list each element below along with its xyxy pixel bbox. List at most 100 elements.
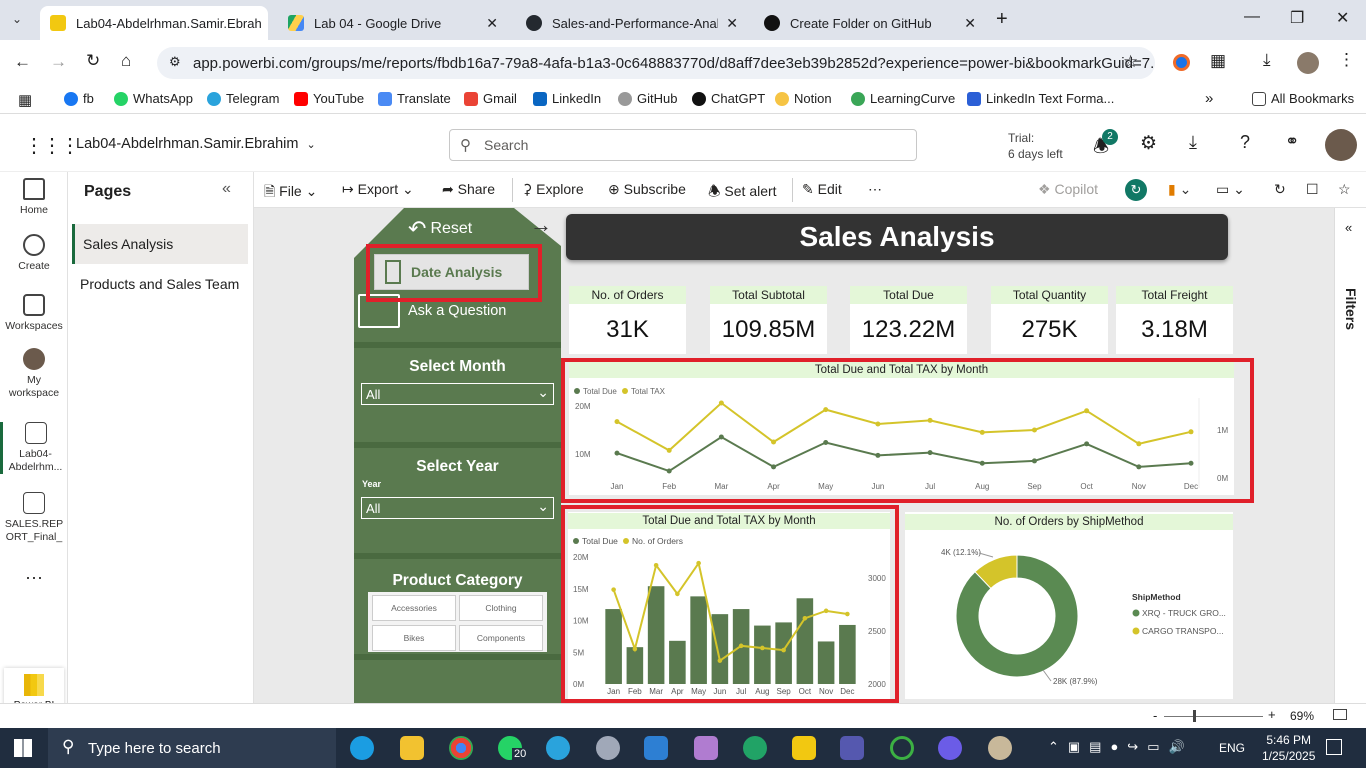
back-icon[interactable]: ← <box>14 52 31 72</box>
fit-page-icon[interactable] <box>1333 709 1347 720</box>
feedback-icon[interactable]: ⚭ <box>1285 132 1299 152</box>
kpi-card[interactable]: No. of Orders 31K <box>569 286 686 354</box>
powerbi-icon[interactable] <box>792 736 816 760</box>
close-icon[interactable]: ✕ <box>718 15 738 32</box>
explore-button[interactable]: ⚳ Explore <box>522 181 584 198</box>
file-menu[interactable]: 🗎 File ⌄ <box>264 181 317 205</box>
subscribe-button[interactable]: ⊕ Subscribe <box>608 181 686 198</box>
zoom-thumb[interactable] <box>1193 710 1196 722</box>
bookmark-translate[interactable]: Translate <box>378 91 451 106</box>
clock[interactable]: 5:46 PM 1/25/2025 <box>1262 732 1315 764</box>
close-icon[interactable]: ✕ <box>262 15 268 32</box>
bookmark-telegram[interactable]: Telegram <box>207 91 279 106</box>
browser-tab[interactable]: Lab 04 - Google Drive ✕ <box>278 6 508 40</box>
nav-sales-report[interactable]: SALES.REPORT_Final_P... <box>0 492 68 544</box>
app-icon[interactable] <box>596 736 620 760</box>
set-alert-button[interactable]: 🕭 Set alert <box>708 181 777 205</box>
profile-avatar[interactable] <box>1297 52 1319 74</box>
chevron-right-icon[interactable]: » <box>1205 90 1213 107</box>
browser-tab[interactable]: Lab04-Abdelrhman.Samir.Ebrah ✕ <box>40 6 268 40</box>
kpi-card[interactable]: Total Quantity 275K <box>991 286 1108 354</box>
nav-home[interactable]: Home <box>0 178 68 217</box>
reset-view-icon[interactable]: ↻ <box>1125 179 1147 201</box>
language-indicator[interactable]: ENG <box>1219 741 1245 755</box>
comment-icon[interactable]: ☐ <box>1306 181 1319 198</box>
browser-tab[interactable]: Sales-and-Performance-Analysi ✕ <box>516 6 748 40</box>
search-input[interactable]: ⚲ Search <box>449 129 917 161</box>
site-info-icon[interactable]: ⚙ <box>169 54 181 70</box>
more-options-icon[interactable]: ⋯ <box>868 181 882 198</box>
bookmark-fb[interactable]: fb <box>64 91 94 106</box>
bookmark-learningcurve[interactable]: LearningCurve <box>851 91 955 106</box>
collapse-pane-icon[interactable]: « <box>222 180 231 198</box>
nav-workspaces[interactable]: Workspaces <box>0 294 68 333</box>
bookmark-gmail[interactable]: Gmail <box>464 91 517 106</box>
bookmark-github[interactable]: GitHub <box>618 91 677 106</box>
kpi-card[interactable]: Total Subtotal 109.85M <box>710 286 827 354</box>
paint-icon[interactable] <box>988 736 1012 760</box>
teams-icon[interactable] <box>840 736 864 760</box>
account-avatar[interactable] <box>1325 129 1357 161</box>
zoom-out-icon[interactable]: - <box>1153 708 1157 723</box>
telegram-icon[interactable] <box>546 736 570 760</box>
app-icon[interactable] <box>938 736 962 760</box>
category-components[interactable]: Components <box>459 625 543 651</box>
new-tab-button[interactable]: + <box>996 8 1008 31</box>
bookmark-menu-icon[interactable]: ▮ ⌄ <box>1168 181 1191 198</box>
zoom-in-icon[interactable]: + <box>1268 707 1276 722</box>
nav-my-workspace[interactable]: My workspace <box>0 348 68 400</box>
reset-button[interactable]: ↶ Reset <box>408 216 472 242</box>
forward-icon[interactable]: → <box>50 52 67 72</box>
next-arrow-icon[interactable]: → <box>530 212 552 238</box>
windows-start-icon[interactable] <box>14 739 32 757</box>
notification-center-icon[interactable] <box>1326 739 1342 755</box>
share-button[interactable]: ➦ Share <box>442 181 495 198</box>
bookmark-notion[interactable]: Notion <box>775 91 832 106</box>
all-bookmarks[interactable]: All Bookmarks <box>1252 91 1354 106</box>
bookmark-youtube[interactable]: YouTube <box>294 91 364 106</box>
app-icon[interactable] <box>694 736 718 760</box>
nav-create[interactable]: Create <box>0 234 68 273</box>
taskbar-search[interactable]: ⚲ Type here to search <box>48 728 336 768</box>
bookmark-star-icon[interactable]: ☆ <box>1123 52 1138 72</box>
file-explorer-icon[interactable] <box>400 736 424 760</box>
nav-lab04-report[interactable]: Lab04-Abdelrhm... <box>0 422 68 474</box>
export-menu[interactable]: ↦ Export ⌄ <box>342 181 414 198</box>
close-icon[interactable]: ✕ <box>956 15 976 32</box>
help-icon[interactable]: ? <box>1240 132 1250 153</box>
favorite-star-icon[interactable]: ☆ <box>1338 181 1351 198</box>
bookmark-linkedin-text[interactable]: LinkedIn Text Forma... <box>967 91 1114 106</box>
zoom-slider[interactable] <box>1164 716 1263 717</box>
extensions-puzzle-icon[interactable]: ▦ <box>1210 51 1226 71</box>
view-menu-icon[interactable]: ▭ ⌄ <box>1216 181 1245 198</box>
donut-chart-visual[interactable]: No. of Orders by ShipMethod 4K (12.1%) 28… <box>905 512 1233 699</box>
minimize-icon[interactable]: — <box>1244 8 1260 26</box>
browser-menu-icon[interactable]: ⋮ <box>1338 50 1355 70</box>
download-icon[interactable]: ⤓ <box>1263 50 1271 70</box>
settings-gear-icon[interactable]: ⚙ <box>1140 132 1157 155</box>
edge-icon[interactable] <box>350 736 374 760</box>
app-icon[interactable] <box>743 736 767 760</box>
chrome-icon[interactable] <box>449 736 473 760</box>
category-bikes[interactable]: Bikes <box>372 625 456 651</box>
page-products-sales-team[interactable]: Products and Sales Team <box>72 264 248 304</box>
tab-search-button[interactable]: ⌄ <box>12 12 22 26</box>
edit-button[interactable]: ✎ Edit <box>802 181 842 198</box>
kpi-card[interactable]: Total Freight 3.18M <box>1116 286 1233 354</box>
app-icon[interactable] <box>890 736 914 760</box>
expand-filters-icon[interactable]: « <box>1345 220 1352 235</box>
tray-icons[interactable]: ⌃▣▤●↪▭🔊 <box>1048 739 1194 755</box>
bookmark-chatgpt[interactable]: ChatGPT <box>692 91 765 106</box>
category-clothing[interactable]: Clothing <box>459 595 543 621</box>
copilot-button[interactable]: ❖ Copilot <box>1038 181 1098 198</box>
refresh-icon[interactable]: ↻ <box>1274 181 1286 198</box>
extension-icon[interactable] <box>1173 54 1190 71</box>
month-dropdown[interactable]: All ⌄ <box>361 383 554 405</box>
category-accessories[interactable]: Accessories <box>372 595 456 621</box>
home-icon[interactable]: ⌂ <box>121 51 131 71</box>
bookmark-whatsapp[interactable]: WhatsApp <box>114 91 193 106</box>
bookmark-linkedin[interactable]: LinkedIn <box>533 91 601 106</box>
apps-grid-icon[interactable]: ▦ <box>18 91 32 109</box>
download-icon[interactable]: ⤓ <box>1189 132 1197 153</box>
report-name[interactable]: Lab04-Abdelrhman.Samir.Ebrahim ⌄ <box>76 136 316 152</box>
